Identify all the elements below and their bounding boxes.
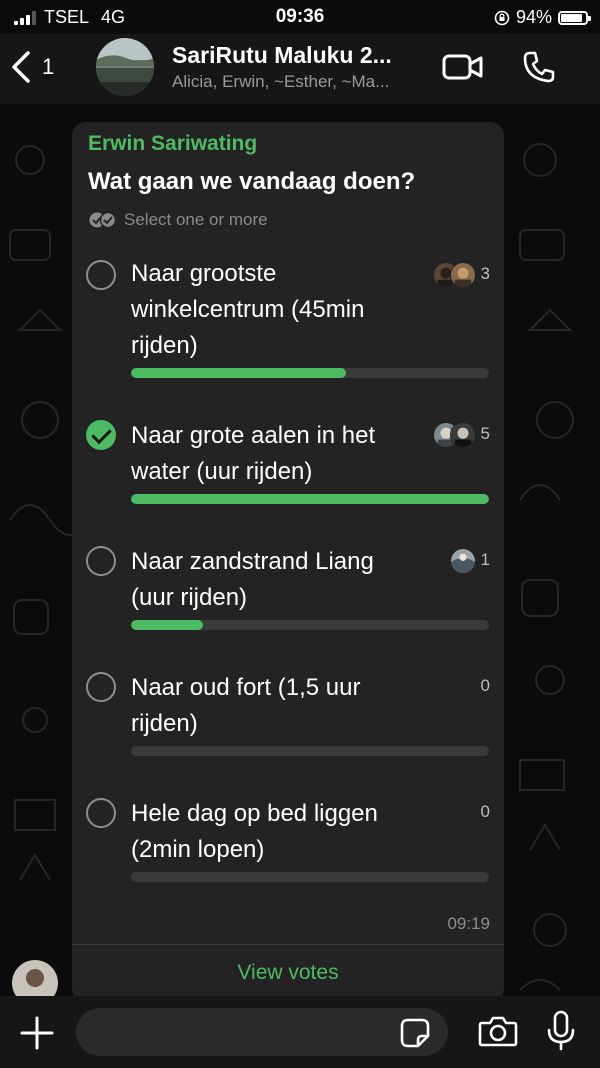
attach-button[interactable]: [20, 1016, 54, 1055]
sticker-icon: [400, 1018, 430, 1048]
option-text: Naar grote aalen in het water (uur rijde…: [131, 422, 376, 485]
option-text: Naar zandstrand Liang (uur rijden): [131, 548, 374, 611]
view-votes-button[interactable]: View votes: [72, 944, 504, 1002]
chat-header: 1 SariRutu Maluku 2... Alicia, Erwin, ~E…: [0, 34, 600, 104]
plus-icon: [20, 1016, 54, 1050]
unread-count: 1: [42, 54, 55, 79]
poll-message: Erwin Sariwating Wat gaan we vandaag doe…: [72, 122, 504, 1002]
vote-count: 0: [480, 676, 490, 695]
vote-progress: [131, 872, 489, 882]
voice-message-button[interactable]: [546, 1010, 576, 1057]
microphone-icon: [547, 1010, 575, 1051]
double-check-icon: [89, 211, 117, 229]
chat-title[interactable]: SariRutu Maluku 2...: [172, 42, 422, 69]
vote-progress: [131, 494, 489, 504]
camera-icon: [478, 1016, 518, 1047]
poll-question: Wat gaan we vandaag doen?: [88, 168, 416, 195]
sticker-button[interactable]: [400, 1018, 430, 1053]
vote-count: 5: [480, 424, 490, 443]
status-bar: TSEL 4G 09:36 94%: [0, 0, 600, 34]
vote-count: 3: [480, 264, 490, 283]
option-radio[interactable]: [86, 260, 116, 290]
voter-avatar: [450, 422, 476, 448]
voter-avatars[interactable]: [450, 548, 476, 574]
battery-icon: [558, 10, 591, 25]
video-camera-icon: [442, 54, 483, 80]
phone-icon: [523, 51, 555, 83]
option-radio[interactable]: [86, 546, 116, 576]
composer-bar: [0, 996, 600, 1068]
select-hint: Select one or more: [124, 210, 268, 229]
vote-progress: [131, 620, 489, 630]
camera-button[interactable]: [478, 1014, 518, 1053]
voter-avatars[interactable]: [433, 262, 476, 288]
video-call-button[interactable]: [442, 52, 484, 87]
option-radio[interactable]: [86, 672, 116, 702]
option-text: Naar oud fort (1,5 uur rijden): [131, 674, 361, 737]
vote-count: 1: [480, 550, 490, 569]
option-text: Hele dag op bed liggen (2min lopen): [131, 800, 378, 863]
vote-progress-fill: [131, 494, 489, 504]
vote-progress-fill: [131, 620, 203, 630]
battery-percent: 94%: [515, 7, 552, 27]
vote-progress-fill: [131, 368, 346, 378]
message-input[interactable]: [76, 1008, 448, 1056]
back-button[interactable]: 1: [10, 50, 54, 84]
option-text: Naar grootste winkelcentrum (45min rijde…: [131, 260, 365, 359]
message-time: 09:19: [447, 914, 490, 933]
voice-call-button[interactable]: [522, 50, 556, 89]
sender-name[interactable]: Erwin Sariwating: [88, 132, 257, 156]
voter-avatar: [450, 262, 476, 288]
voter-avatars[interactable]: [433, 422, 476, 448]
vote-progress: [131, 368, 489, 378]
orientation-lock-icon: [494, 10, 510, 25]
chat-members[interactable]: Alicia, Erwin, ~Esther, ~Ma...: [172, 72, 428, 92]
option-radio[interactable]: [86, 798, 116, 828]
vote-count: 0: [480, 802, 490, 821]
option-radio[interactable]: [86, 420, 116, 450]
voter-avatar: [450, 548, 476, 574]
vote-progress: [131, 746, 489, 756]
group-avatar[interactable]: [96, 38, 154, 96]
chevron-left-icon: [12, 51, 30, 83]
